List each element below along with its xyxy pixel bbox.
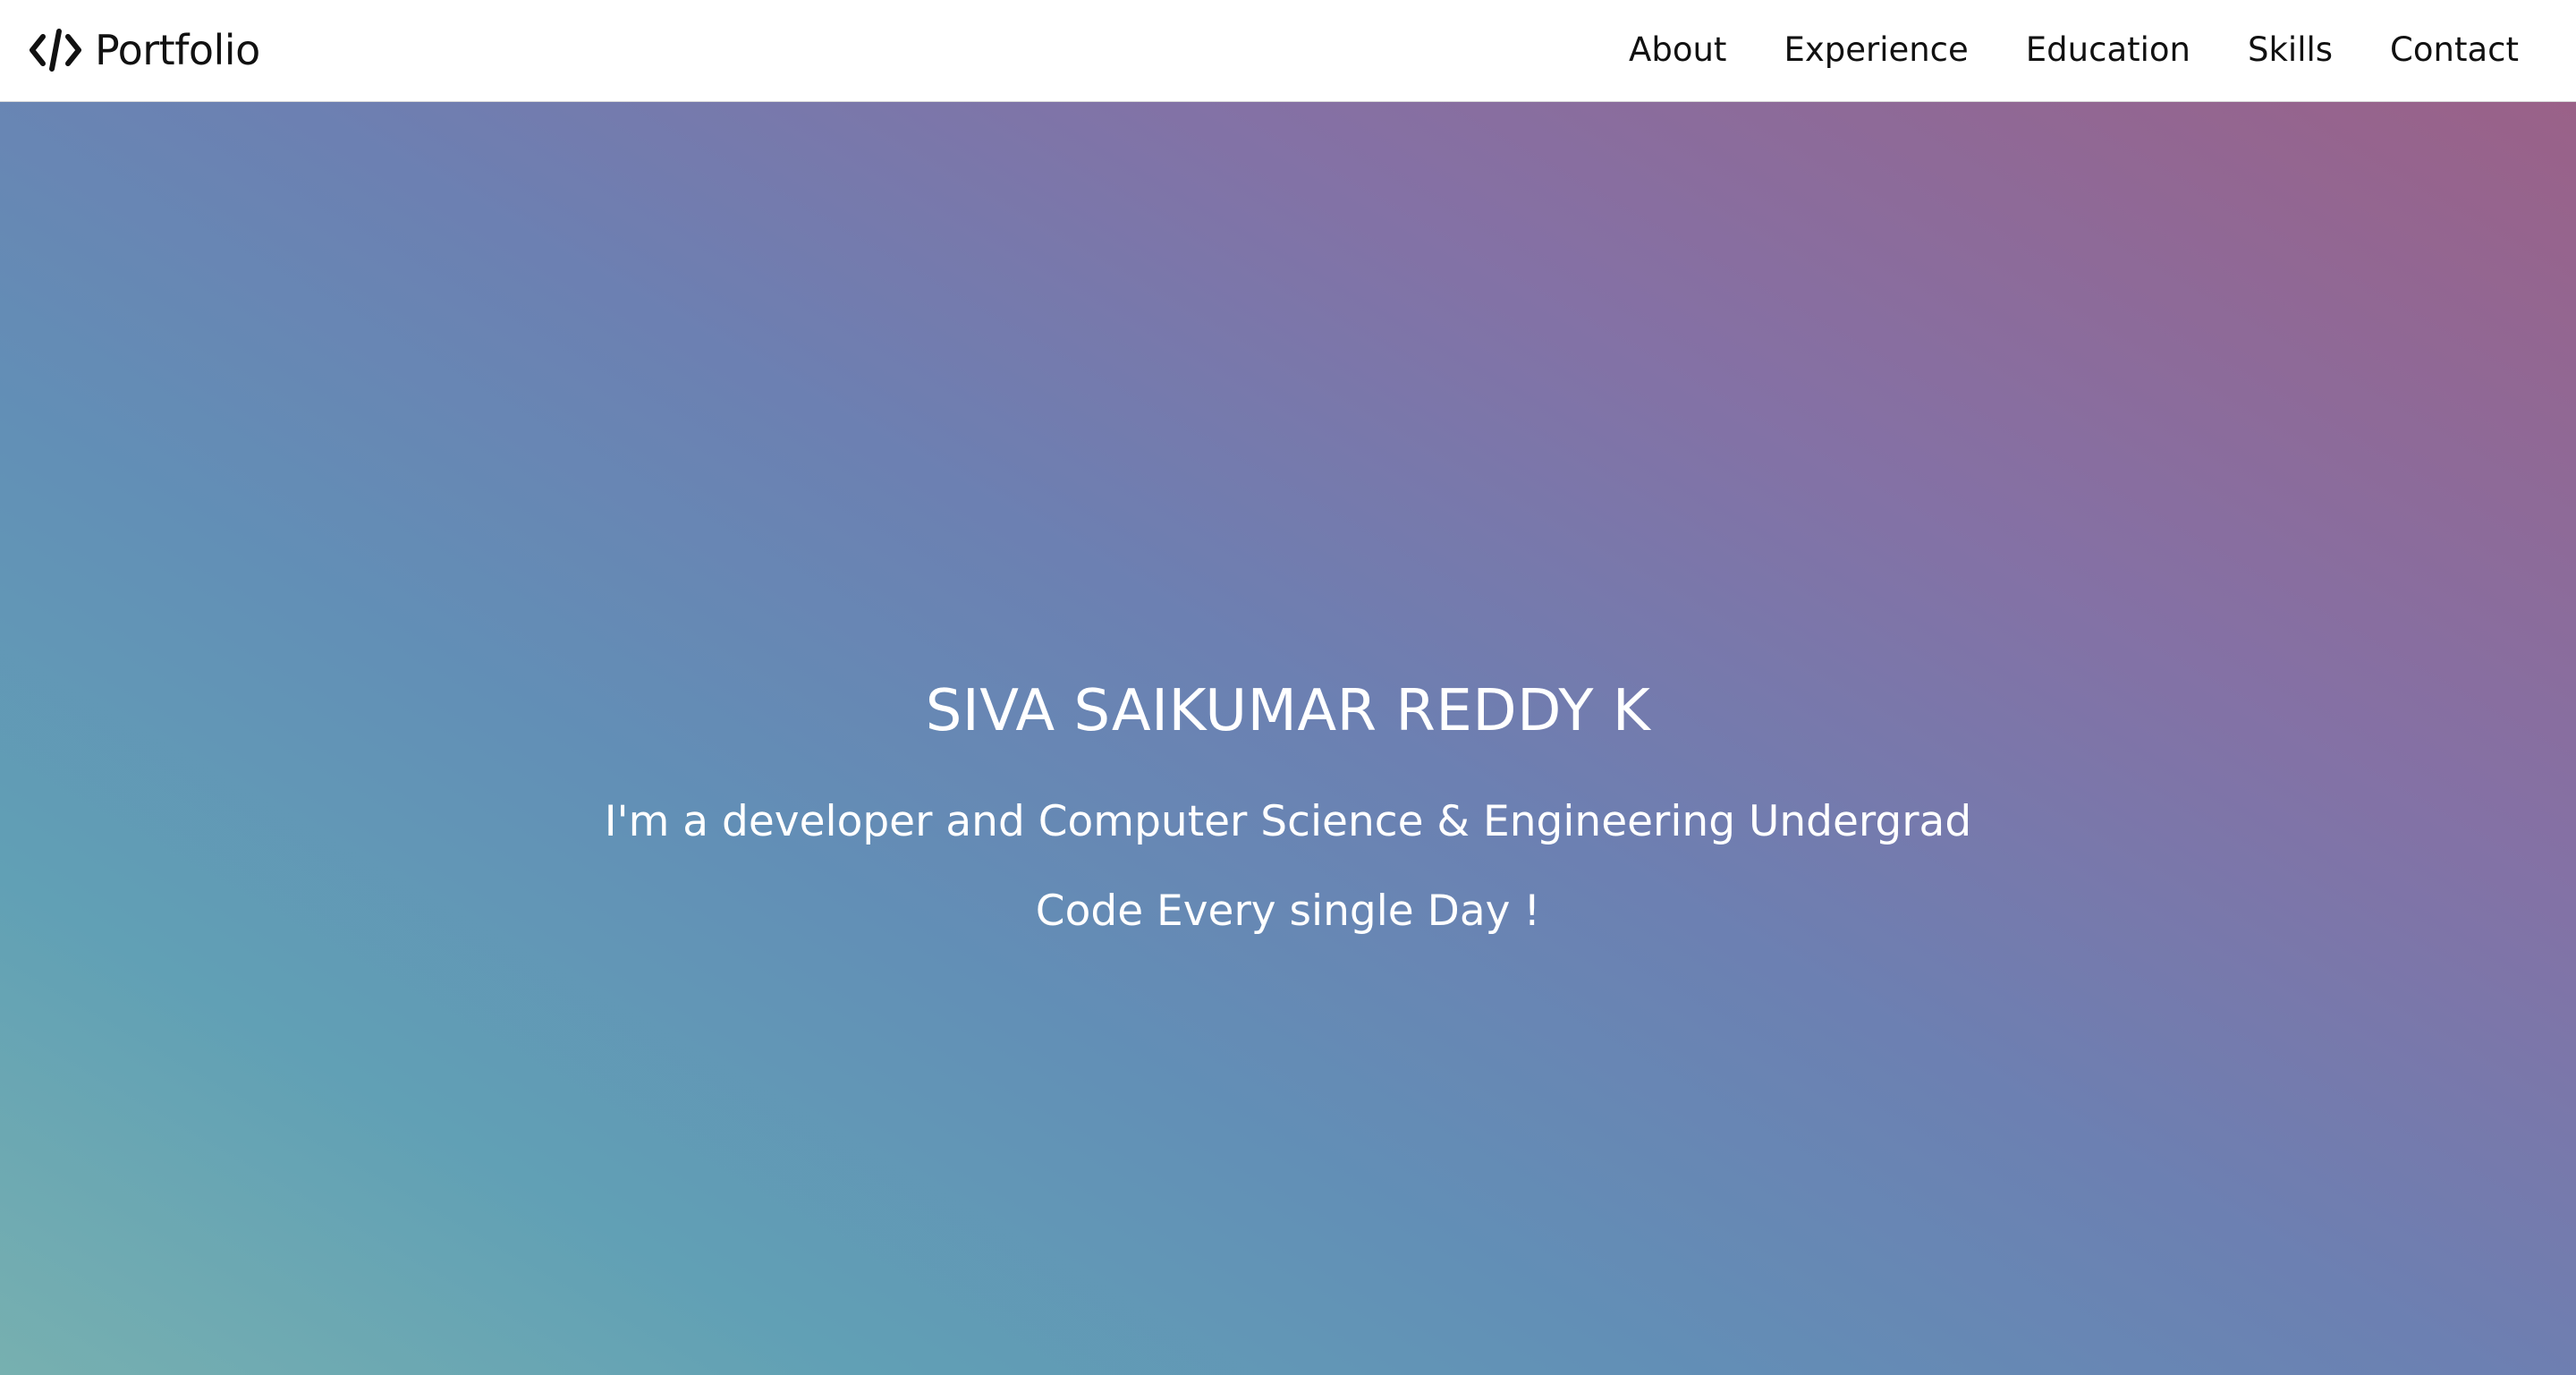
- hero-name: SIVA SAIKUMAR REDDY K: [925, 678, 1651, 744]
- brand-link[interactable]: Portfolio: [29, 21, 260, 79]
- top-navbar: Portfolio About Experience Education Ski…: [0, 0, 2576, 102]
- code-icon: [30, 29, 81, 72]
- hero-section: SIVA SAIKUMAR REDDY K I'm a developer an…: [0, 102, 2576, 1375]
- nav-link-education[interactable]: Education: [2026, 23, 2190, 77]
- nav-link-skills[interactable]: Skills: [2248, 23, 2333, 77]
- hero-tagline: Code Every single Day !: [1035, 887, 1541, 936]
- brand-label: Portfolio: [95, 26, 260, 74]
- nav-link-about[interactable]: About: [1629, 23, 1726, 77]
- hero-subtitle: I'm a developer and Computer Science & E…: [604, 797, 1972, 846]
- nav-link-experience[interactable]: Experience: [1784, 23, 1968, 77]
- nav-link-contact[interactable]: Contact: [2390, 23, 2519, 77]
- nav-links: About Experience Education Skills Contac…: [1629, 23, 2519, 77]
